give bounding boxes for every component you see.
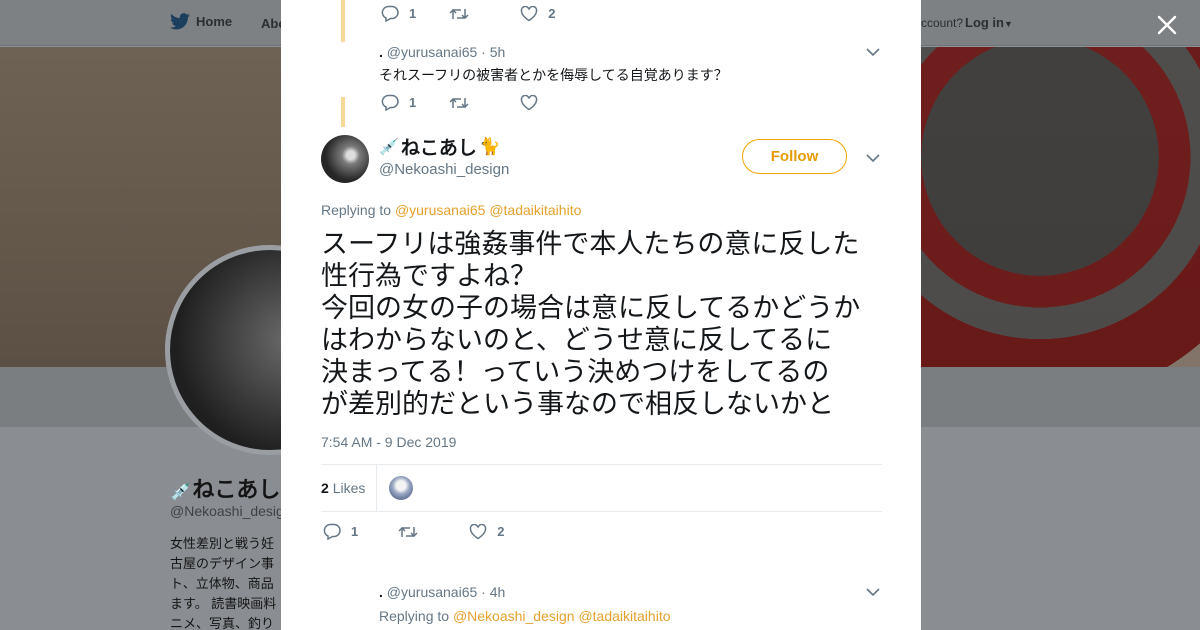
tweet-timestamp[interactable]: 7:54 AM - 9 Dec 2019 [321, 434, 456, 450]
replying-to: Replying to @yurusanai65 @tadaikitaihito [321, 202, 581, 218]
profile-handle: @Nekoashi_desig [170, 503, 284, 519]
retweet-button[interactable] [449, 96, 469, 110]
tweet-header: . @yurusanai65 · 5h [379, 44, 505, 60]
nav-login-label: Log in [965, 15, 1004, 30]
nav-home-label: Home [196, 14, 233, 29]
tweet-text-line: スーフリは強姦事件で本人たちの意に反した [321, 229, 860, 259]
likes-stat[interactable]: 2 Likes [321, 480, 365, 496]
bio-line: ト、立体物、商品 [170, 576, 274, 591]
reply-button[interactable]: 1 [381, 94, 416, 111]
like-count: 2 [497, 524, 505, 539]
tweet-text-line: 決まってる！っていう決めつけをしてるの [321, 357, 830, 387]
tweet-text: それスーフリの被害者とかを侮辱してる自覚あります？ [379, 67, 728, 83]
nav-home-link[interactable]: Home [170, 13, 232, 30]
follow-button[interactable]: Follow [742, 139, 847, 174]
author-name[interactable]: 💉 ねこあし 🐈 [379, 133, 500, 160]
replying-to-label: Replying to [379, 608, 450, 624]
retweet-icon [398, 526, 418, 537]
tweet-time[interactable]: 5h [490, 44, 506, 60]
author-handle[interactable]: @Nekoashi_design [379, 161, 509, 178]
tweet-stats: 2 Likes [321, 464, 882, 512]
bio-line: 女性差別と戦う妊 [170, 536, 275, 551]
chevron-down-icon[interactable] [866, 153, 880, 163]
bio-line: ます。 読書映画料 [170, 596, 277, 611]
reply-count: 1 [409, 95, 417, 110]
mention-link[interactable]: @Nekoashi_design [453, 608, 575, 624]
liker-avatar[interactable] [389, 476, 413, 500]
tweet-text-line: はわからないのと、どうせ意に反してるに [321, 325, 833, 355]
tweet-actions: 1 2 [381, 5, 555, 22]
profile-name-text: ねこあし [192, 477, 281, 502]
heart-icon [469, 523, 487, 539]
likes-count: 2 [321, 480, 329, 496]
heart-icon [520, 94, 538, 110]
reply-button[interactable]: 1 [323, 523, 358, 540]
caret-down-icon: ▼ [1004, 19, 1013, 29]
like-button[interactable]: 2 [520, 5, 556, 22]
retweet-button[interactable] [398, 525, 418, 539]
like-button[interactable] [520, 94, 538, 111]
like-count: 2 [548, 6, 556, 21]
separator: · [481, 584, 486, 600]
author-name-text: ねこあし [400, 138, 477, 159]
syringe-emoji-icon: 💉 [170, 481, 193, 501]
author-avatar[interactable] [321, 135, 369, 183]
reply-icon [381, 5, 399, 22]
tweet-time[interactable]: 4h [490, 584, 506, 600]
thread-line [341, 0, 345, 42]
author-name[interactable]: . [379, 44, 383, 60]
stats-divider [376, 465, 377, 511]
tweet-text-line: 性行為ですよね？ [321, 261, 537, 291]
retweet-button[interactable] [449, 7, 469, 21]
heart-icon [520, 5, 538, 21]
close-icon[interactable] [1154, 12, 1180, 38]
author-handle[interactable]: @yurusanai65 [387, 44, 478, 60]
mention-link[interactable]: @yurusanai65 [395, 202, 486, 218]
thread-line [341, 97, 345, 127]
mention-link[interactable]: @tadaikitaihito [489, 202, 581, 218]
likes-label: Likes [332, 480, 366, 496]
bio-line: ニメ、写真、釣り [170, 616, 275, 630]
chevron-down-icon[interactable] [866, 587, 880, 597]
cat-emoji-icon: 🐈 [478, 136, 501, 156]
tweet-header: . @yurusanai65 · 4h [379, 584, 505, 600]
reply-button[interactable]: 1 [381, 5, 416, 22]
separator: · [481, 44, 486, 60]
retweet-icon [449, 8, 469, 19]
reply-icon [381, 94, 399, 111]
retweet-icon [449, 97, 469, 108]
syringe-emoji-icon: 💉 [379, 138, 399, 156]
tweet-modal: 1 2 . @yurusanai65 · 5h それスーフリの被害者とかを侮辱し… [281, 0, 921, 630]
twitter-bird-icon [170, 13, 190, 30]
main-tweet-text: スーフリは強姦事件で本人たちの意に反した 性行為ですよね？ 今回の女の子の場合は… [321, 228, 887, 420]
tweet-actions: 1 2 [323, 523, 504, 540]
profile-name: 💉ねこあし [170, 472, 280, 504]
reply-count: 1 [351, 524, 359, 539]
nav-login-button[interactable]: Log in▼ [965, 15, 1013, 30]
profile-bio: 女性差別と戦う妊 古屋のデザイン事 ト、立体物、商品 ます。 読書映画料 ニメ、… [170, 534, 285, 630]
tweet-actions: 1 [381, 94, 538, 111]
nav-account-text: ccount? [921, 16, 964, 30]
reply-icon [323, 523, 341, 540]
mention-link[interactable]: @tadaikitaihito [578, 608, 670, 624]
chevron-down-icon[interactable] [866, 47, 880, 57]
author-handle[interactable]: @yurusanai65 [387, 584, 478, 600]
author-name[interactable]: . [379, 584, 383, 600]
like-button[interactable]: 2 [469, 523, 505, 540]
bio-line: 古屋のデザイン事 [170, 556, 275, 571]
replying-to-label: Replying to [321, 202, 392, 218]
tweet-text-line: 今回の女の子の場合は意に反してるかどうか [321, 293, 861, 323]
tweet-text-line: が差別的だという事なので相反しないかと [321, 389, 834, 419]
reply-count: 1 [409, 6, 417, 21]
replying-to: Replying to @Nekoashi_design @tadaikitai… [379, 608, 671, 624]
